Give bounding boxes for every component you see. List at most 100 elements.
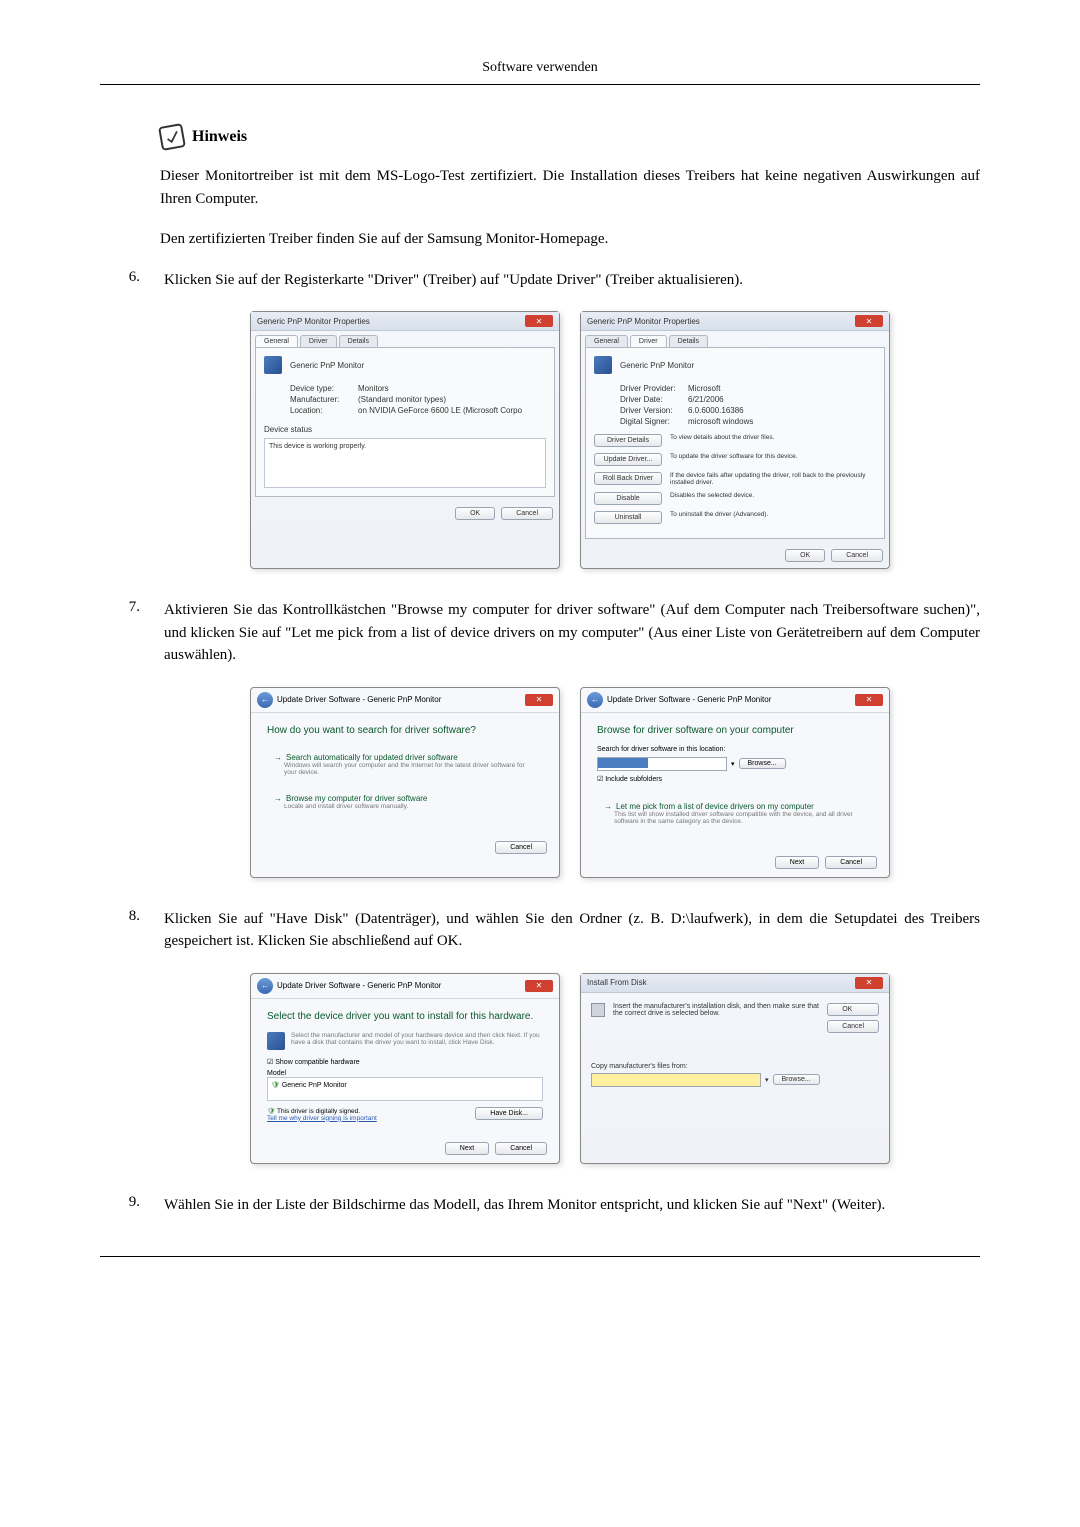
model-list[interactable]: 🛡 Generic PnP Monitor	[267, 1077, 543, 1101]
wizard-title: How do you want to search for driver sof…	[267, 725, 543, 736]
location-input[interactable]	[597, 757, 727, 771]
cancel-button[interactable]: Cancel	[825, 856, 877, 869]
tab-driver[interactable]: Driver	[630, 335, 667, 347]
next-button[interactable]: Next	[445, 1142, 489, 1155]
wizard-desc: Select the manufacturer and model of you…	[291, 1032, 543, 1050]
device-name: Generic PnP Monitor	[290, 361, 364, 370]
location-value: on NVIDIA GeForce 6600 LE (Microsoft Cor…	[358, 406, 522, 415]
monitor-icon	[264, 356, 282, 374]
compatible-checkbox[interactable]: ☑	[267, 1059, 273, 1066]
driver-provider-value: Microsoft	[688, 384, 720, 393]
tab-general[interactable]: General	[255, 335, 298, 347]
browse-button[interactable]: Browse...	[739, 758, 786, 769]
dialog-title: Generic PnP Monitor Properties	[587, 317, 700, 326]
install-instruction: Insert the manufacturer's installation d…	[613, 1003, 819, 1017]
cancel-button[interactable]: Cancel	[495, 841, 547, 854]
close-icon[interactable]: ✕	[855, 315, 883, 327]
arrow-icon: →	[604, 802, 612, 811]
screenshot-row-2: ← Update Driver Software - Generic PnP M…	[160, 687, 980, 878]
close-icon[interactable]: ✕	[525, 315, 553, 327]
rollback-driver-button[interactable]: Roll Back Driver	[594, 472, 662, 485]
close-icon[interactable]: ✕	[855, 977, 883, 989]
step-9: 9. Wählen Sie in der Liste der Bildschir…	[120, 1194, 980, 1217]
model-header: Model	[267, 1070, 543, 1077]
wizard-breadcrumb: Update Driver Software - Generic PnP Mon…	[277, 695, 441, 704]
rollback-driver-desc: If the device fails after updating the d…	[670, 472, 876, 486]
close-icon[interactable]: ✕	[855, 694, 883, 706]
digital-signer-value: microsoft windows	[688, 417, 753, 426]
copy-from-input[interactable]	[591, 1073, 761, 1087]
tab-general[interactable]: General	[585, 335, 628, 347]
device-type-label: Device type:	[290, 384, 350, 393]
uninstall-button[interactable]: Uninstall	[594, 511, 662, 524]
driver-details-button[interactable]: Driver Details	[594, 434, 662, 447]
step-text: Klicken Sie auf "Have Disk" (Datenträger…	[164, 908, 980, 953]
hinweis-header: Hinweis	[160, 125, 980, 149]
hinweis-para1: Dieser Monitortreiber ist mit dem MS-Log…	[160, 165, 980, 210]
screenshot-row-1: Generic PnP Monitor Properties ✕ General…	[160, 311, 980, 569]
note-icon	[158, 123, 186, 151]
next-button[interactable]: Next	[775, 856, 819, 869]
monitor-icon	[267, 1032, 285, 1050]
driver-provider-label: Driver Provider:	[620, 384, 680, 393]
driver-date-label: Driver Date:	[620, 395, 680, 404]
option-pick-from-list[interactable]: →Let me pick from a list of device drive…	[597, 795, 873, 832]
signed-label: This driver is digitally signed.	[277, 1108, 360, 1115]
monitor-icon	[594, 356, 612, 374]
back-icon[interactable]: ←	[257, 692, 273, 708]
option-desc: Locate and install driver software manua…	[284, 803, 536, 810]
ok-button[interactable]: OK	[455, 507, 495, 520]
step-8: 8. Klicken Sie auf "Have Disk" (Datenträ…	[120, 908, 980, 953]
driver-version-value: 6.0.6000.16386	[688, 406, 744, 415]
wizard-title: Browse for driver software on your compu…	[597, 725, 873, 736]
device-status-label: Device status	[264, 425, 546, 434]
ok-button[interactable]: OK	[785, 549, 825, 562]
cancel-button[interactable]: Cancel	[501, 507, 553, 520]
tab-details[interactable]: Details	[669, 335, 708, 347]
step-6: 6. Klicken Sie auf der Registerkarte "Dr…	[120, 269, 980, 292]
why-signing-link[interactable]: Tell me why driver signing is important	[267, 1115, 377, 1122]
update-driver-button[interactable]: Update Driver...	[594, 453, 662, 466]
wizard-breadcrumb: Update Driver Software - Generic PnP Mon…	[277, 981, 441, 990]
device-name: Generic PnP Monitor	[620, 361, 694, 370]
option-desc: This list will show installed driver sof…	[614, 811, 866, 825]
option-auto-search[interactable]: →Search automatically for updated driver…	[267, 746, 543, 783]
step-text: Aktivieren Sie das Kontrollkästchen "Bro…	[164, 599, 980, 667]
include-subfolders-checkbox[interactable]: ☑	[597, 776, 603, 783]
wizard-title: Select the device driver you want to ins…	[267, 1011, 543, 1022]
manufacturer-value: (Standard monitor types)	[358, 395, 446, 404]
close-icon[interactable]: ✕	[525, 694, 553, 706]
location-label: Location:	[290, 406, 350, 415]
option-desc: Windows will search your computer and th…	[284, 762, 536, 776]
driver-date-value: 6/21/2006	[688, 395, 724, 404]
shield-icon: 🛡	[271, 1082, 280, 1089]
cancel-button[interactable]: Cancel	[827, 1020, 879, 1033]
location-label: Search for driver software in this locat…	[597, 746, 873, 753]
properties-dialog-driver: Generic PnP Monitor Properties ✕ General…	[580, 311, 890, 569]
properties-dialog-general: Generic PnP Monitor Properties ✕ General…	[250, 311, 560, 569]
step-number: 8.	[120, 908, 140, 953]
cancel-button[interactable]: Cancel	[495, 1142, 547, 1155]
tab-driver[interactable]: Driver	[300, 335, 337, 347]
option-browse-computer[interactable]: →Browse my computer for driver software …	[267, 787, 543, 817]
disable-button[interactable]: Disable	[594, 492, 662, 505]
copy-from-label: Copy manufacturer's files from:	[591, 1063, 879, 1070]
dialog-title: Generic PnP Monitor Properties	[257, 317, 370, 326]
have-disk-button[interactable]: Have Disk...	[475, 1107, 543, 1120]
dialog-title: Install From Disk	[587, 978, 647, 987]
hinweis-para2: Den zertifizierten Treiber finden Sie au…	[160, 228, 980, 251]
dropdown-icon[interactable]: ▾	[765, 1076, 769, 1084]
ok-button[interactable]: OK	[827, 1003, 879, 1016]
tab-details[interactable]: Details	[339, 335, 378, 347]
step-number: 9.	[120, 1194, 140, 1217]
back-icon[interactable]: ←	[257, 978, 273, 994]
footer-rule	[100, 1256, 980, 1257]
back-icon[interactable]: ←	[587, 692, 603, 708]
close-icon[interactable]: ✕	[525, 980, 553, 992]
step-number: 6.	[120, 269, 140, 292]
cancel-button[interactable]: Cancel	[831, 549, 883, 562]
device-type-value: Monitors	[358, 384, 389, 393]
wizard-select-driver: ← Update Driver Software - Generic PnP M…	[250, 973, 560, 1164]
browse-button[interactable]: Browse...	[773, 1074, 820, 1085]
dropdown-icon[interactable]: ▾	[731, 760, 735, 768]
